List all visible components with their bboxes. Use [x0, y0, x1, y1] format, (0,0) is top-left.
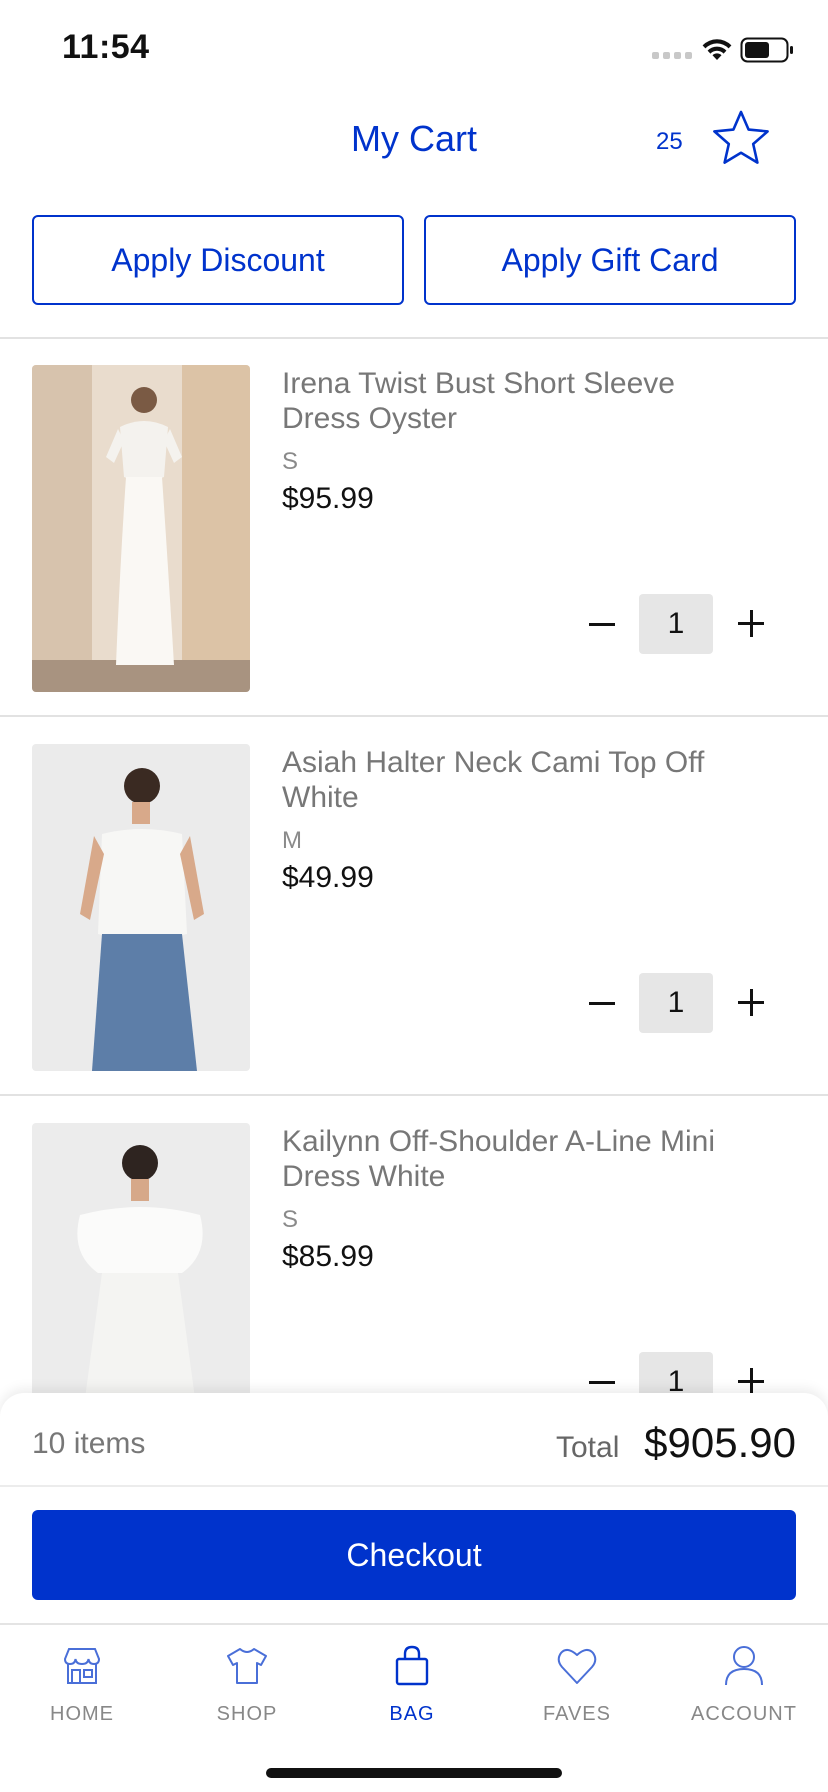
cart-actions: Apply Discount Apply Gift Card [32, 215, 796, 305]
cart-item: Kailynn Off-Shoulder A-Line Mini Dress W… [0, 1096, 828, 1394]
increase-quantity-button[interactable] [726, 973, 776, 1033]
divider [0, 1485, 828, 1487]
status-time: 11:54 [62, 28, 150, 66]
bag-icon [395, 1645, 429, 1686]
quantity-stepper: 1 [580, 1352, 780, 1394]
cart-item-list[interactable]: Irena Twist Bust Short Sleeve Dress Oyst… [0, 338, 828, 1394]
cart-header: My Cart 25 [0, 100, 828, 180]
tab-home[interactable]: HOME [12, 1643, 152, 1743]
tab-faves[interactable]: FAVES [507, 1643, 647, 1743]
decrease-quantity-button[interactable] [580, 1352, 624, 1394]
product-image[interactable] [32, 744, 250, 1071]
cart-item: Asiah Halter Neck Cami Top Off White M $… [0, 717, 828, 1096]
product-name[interactable]: Irena Twist Bust Short Sleeve Dress Oyst… [282, 366, 752, 436]
product-image[interactable] [32, 365, 250, 692]
minus-icon [589, 1380, 615, 1384]
tab-label: HOME [50, 1703, 114, 1725]
product-name[interactable]: Kailynn Off-Shoulder A-Line Mini Dress W… [282, 1124, 752, 1194]
page-title: My Cart [351, 118, 477, 159]
product-size: M [282, 827, 302, 854]
product-price: $85.99 [282, 1240, 374, 1273]
product-name[interactable]: Asiah Halter Neck Cami Top Off White [282, 745, 752, 815]
tab-label: SHOP [216, 1703, 278, 1725]
items-count: 10 items [32, 1427, 146, 1460]
minus-icon [589, 622, 615, 626]
storefront-icon [63, 1648, 101, 1684]
product-image[interactable] [32, 1123, 250, 1394]
product-price: $95.99 [282, 482, 374, 515]
heart-icon [557, 1649, 597, 1684]
tab-bag[interactable]: BAG [342, 1643, 482, 1743]
increase-quantity-button[interactable] [726, 594, 776, 654]
quantity-value[interactable]: 1 [639, 1352, 713, 1394]
apply-gift-card-button[interactable]: Apply Gift Card [424, 215, 796, 305]
person-icon [725, 1646, 763, 1686]
quantity-stepper: 1 [580, 973, 780, 1033]
checkout-button[interactable]: Checkout [32, 1510, 796, 1600]
battery-icon [740, 37, 793, 63]
product-size: S [282, 448, 299, 475]
points-count: 25 [656, 128, 683, 155]
status-bar: 11:54 [0, 0, 828, 100]
product-size: S [282, 1206, 299, 1233]
cart-screen: 11:54 My Cart 25 Apply Discount Apply Gi… [0, 0, 828, 1792]
increase-quantity-button[interactable] [726, 1352, 776, 1394]
cellular-signal-icon [652, 52, 692, 59]
apply-discount-button[interactable]: Apply Discount [32, 215, 404, 305]
wifi-icon [702, 39, 732, 60]
total-label: Total [556, 1431, 620, 1464]
tab-account[interactable]: ACCOUNT [674, 1643, 814, 1743]
tab-shop[interactable]: SHOP [177, 1643, 317, 1743]
cart-item: Irena Twist Bust Short Sleeve Dress Oyst… [0, 338, 828, 717]
tab-label: BAG [389, 1703, 435, 1725]
total-value: $905.90 [644, 1419, 796, 1466]
product-price: $49.99 [282, 861, 374, 894]
minus-icon [589, 1001, 615, 1005]
tab-label: FAVES [543, 1703, 611, 1725]
shirt-icon [227, 1648, 267, 1684]
quantity-stepper: 1 [580, 594, 780, 654]
cart-summary: 10 items Total $905.90 Checkout [0, 1393, 828, 1623]
quantity-value[interactable]: 1 [639, 594, 713, 654]
decrease-quantity-button[interactable] [580, 973, 624, 1033]
tab-bar: HOME SHOP BAG FAVES ACCOUNT [0, 1623, 828, 1792]
home-indicator [266, 1768, 562, 1778]
tab-label: ACCOUNT [691, 1703, 797, 1725]
quantity-value[interactable]: 1 [639, 973, 713, 1033]
decrease-quantity-button[interactable] [580, 594, 624, 654]
star-icon[interactable] [710, 108, 772, 170]
